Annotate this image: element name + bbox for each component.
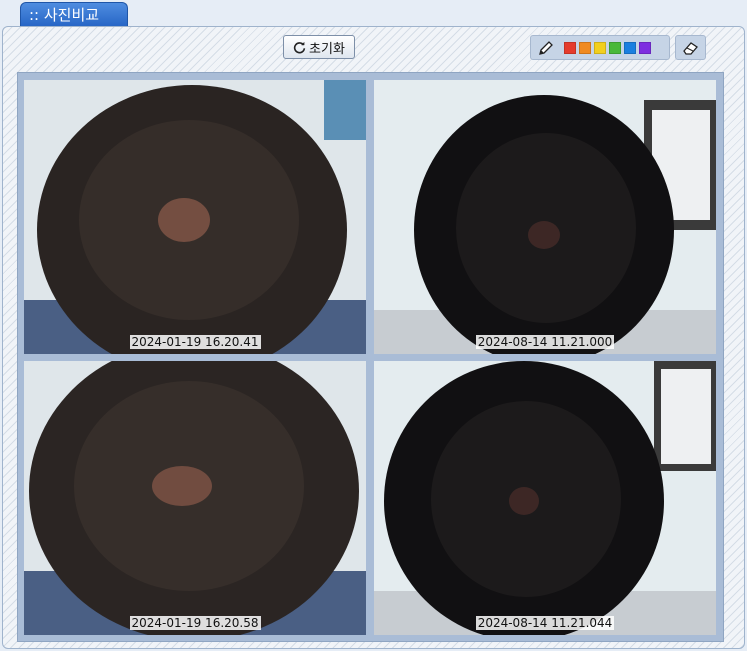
tab-label: :: 사진비교 bbox=[29, 6, 100, 24]
photo-timestamp: 2024-01-19 16.20.41 bbox=[129, 335, 261, 349]
scalp-image bbox=[24, 361, 366, 635]
pencil-icon[interactable] bbox=[537, 39, 555, 57]
reset-button[interactable]: 초기화 bbox=[283, 35, 355, 59]
refresh-icon bbox=[293, 41, 306, 53]
eraser-button[interactable] bbox=[675, 35, 706, 60]
pen-color-blue[interactable] bbox=[624, 41, 636, 54]
scalp-photo-2[interactable]: 2024-08-14 11.21.000 bbox=[374, 80, 716, 354]
photo-timestamp: 2024-08-14 11.21.044 bbox=[475, 616, 615, 630]
pen-color-orange[interactable] bbox=[579, 41, 591, 54]
reset-label: 초기화 bbox=[309, 41, 345, 57]
scalp-image bbox=[374, 361, 716, 635]
pen-color-yellow[interactable] bbox=[594, 41, 606, 54]
scalp-photo-1[interactable]: 2024-01-19 16.20.41 bbox=[24, 80, 366, 354]
pen-palette bbox=[530, 35, 670, 60]
pen-color-red[interactable] bbox=[564, 41, 576, 54]
photo-timestamp: 2024-08-14 11.21.000 bbox=[475, 335, 615, 349]
photo-timestamp: 2024-01-19 16.20.58 bbox=[129, 616, 261, 630]
pen-color-purple[interactable] bbox=[639, 41, 651, 54]
eraser-icon bbox=[682, 41, 698, 55]
scalp-image bbox=[374, 80, 716, 354]
scalp-image bbox=[24, 80, 366, 354]
pen-color-green[interactable] bbox=[609, 41, 621, 54]
scalp-photo-3[interactable]: 2024-01-19 16.20.58 bbox=[24, 361, 366, 635]
tab-photo-compare[interactable]: :: 사진비교 bbox=[20, 2, 128, 26]
scalp-photo-4[interactable]: 2024-08-14 11.21.044 bbox=[374, 361, 716, 635]
